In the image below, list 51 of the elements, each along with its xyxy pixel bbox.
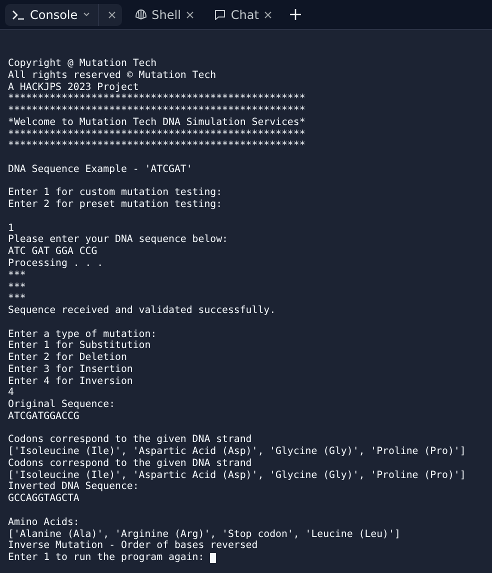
output-line: 4: [8, 387, 14, 400]
output-line: Enter 2 for Deletion: [8, 352, 127, 364]
tab-label: Console: [30, 8, 78, 22]
output-line: Amino Acids:: [8, 516, 80, 529]
output-line: Enter 1 for Substitution: [8, 340, 151, 352]
output-line: Copyright @ Mutation Tech: [8, 58, 157, 70]
output-line: **************************************************: [8, 105, 306, 117]
shell-icon: [134, 9, 147, 20]
output-line: DNA Sequence Example - 'ATCGAT': [8, 164, 192, 176]
tab-label: Chat: [230, 8, 259, 22]
tab-label: Shell: [152, 8, 181, 22]
output-line: Enter 3 for Insertion: [8, 364, 133, 376]
output-line: A HACKJPS 2023 Project: [8, 82, 139, 94]
close-icon[interactable]: [108, 10, 116, 18]
output-line: Enter 2 for preset mutation testing:: [8, 199, 222, 211]
output-line: Codons correspond to the given DNA strand: [8, 458, 252, 470]
output-line: ['Isoleucine (Ile)', 'Aspartic Acid (Asp)', 'Glycine (Gly)', 'Proline (Pro)']: [8, 446, 466, 458]
output-line: Sequence received and validated successfully.: [8, 305, 276, 317]
output-line: Original Sequence:: [8, 399, 116, 411]
output-line: **************************************************: [8, 140, 306, 152]
tab[interactable]: Shell: [128, 4, 201, 26]
output-line: Codons correspond to the given DNA strand: [8, 434, 252, 446]
output-line: ['Isoleucine (Ile)', 'Aspartic Acid (Asp)', 'Glycine (Gly)', 'Proline (Pro)']: [8, 470, 466, 482]
output-line: Processing . . .: [8, 258, 104, 270]
output-line: Enter 4 for Inversion: [8, 376, 133, 388]
output-line: GCCAGGTAGCTA: [8, 493, 80, 506]
output-line: Enter a type of mutation:: [8, 328, 157, 340]
new-tab-icon[interactable]: [290, 9, 301, 20]
output-line: **************************************************: [8, 93, 306, 106]
output-line: ***: [8, 270, 26, 282]
prompt-icon: [12, 10, 25, 20]
close-icon[interactable]: [264, 10, 272, 18]
output-line: ***: [8, 293, 26, 306]
output-line: 1: [8, 222, 14, 234]
output-line: *Welcome to Mutation Tech DNA Simulation Services*: [8, 116, 306, 129]
output-line: ATC GAT GGA CCG: [8, 246, 98, 258]
output-line: Enter 1 to run the program again:: [8, 552, 206, 564]
output-line: Inverted DNA Sequence:: [8, 481, 139, 494]
output-line: ATCGATGGACCG: [8, 410, 80, 423]
tab[interactable]: Console: [5, 4, 122, 26]
output-line: ['Alanine (Ala)', 'Arginine (Arg)', 'Stop codon', 'Leucine (Leu)']: [8, 528, 400, 540]
output-line: Please enter your DNA sequence below:: [8, 234, 228, 246]
output-line: All rights reserved © Mutation Tech: [8, 70, 216, 82]
chat-icon: [214, 9, 226, 20]
caret-icon[interactable]: [82, 12, 90, 17]
close-icon[interactable]: [186, 10, 194, 18]
output-line: **************************************************: [8, 128, 306, 140]
output-line: ***: [8, 282, 26, 294]
tab[interactable]: Chat: [206, 4, 279, 26]
output-line: Inverse Mutation - Order of bases reversed: [8, 540, 258, 552]
output-line: Enter 1 for custom mutation testing:: [8, 187, 222, 200]
